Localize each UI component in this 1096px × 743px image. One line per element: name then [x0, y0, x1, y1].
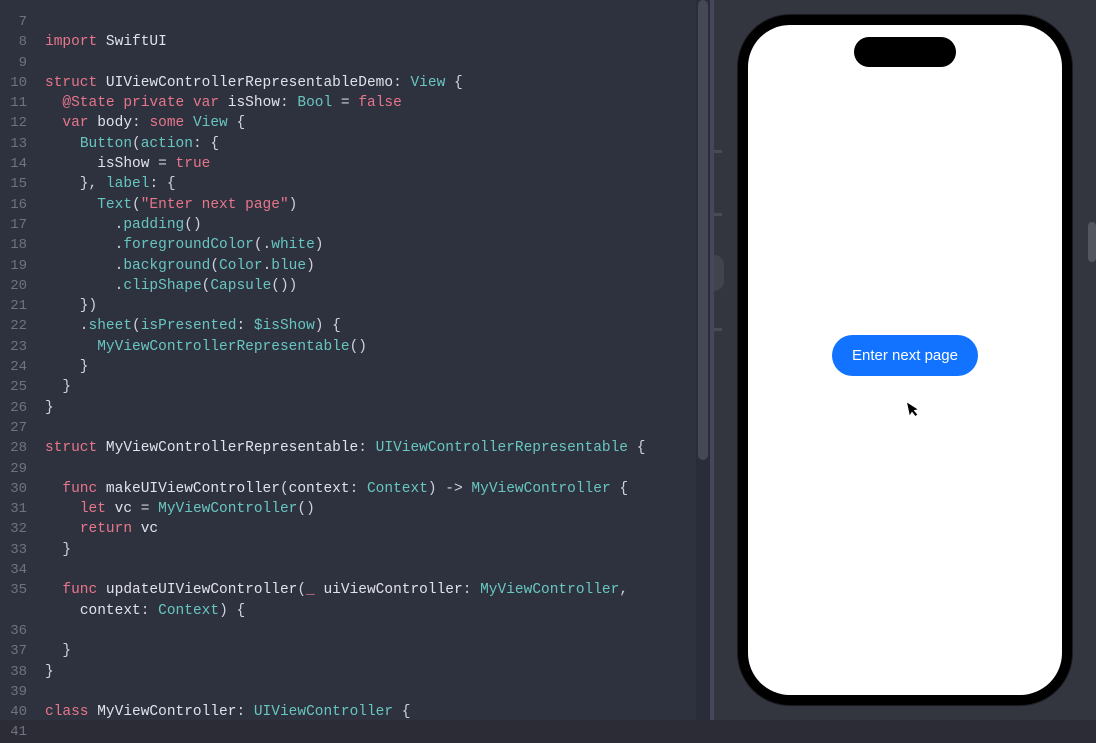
- line-number: 39: [0, 682, 27, 702]
- code-line[interactable]: .clipShape(Capsule()): [45, 276, 710, 296]
- code-text-area[interactable]: import SwiftUI struct UIViewControllerRep…: [35, 0, 710, 720]
- iphone-simulator-frame: Enter next page: [738, 15, 1072, 705]
- code-line[interactable]: }: [45, 377, 710, 397]
- code-line[interactable]: .sheet(isPresented: $isShow) {: [45, 316, 710, 336]
- line-number: 18: [0, 235, 27, 255]
- code-line[interactable]: }: [45, 662, 710, 682]
- line-number: 16: [0, 195, 27, 215]
- code-line[interactable]: .background(Color.blue): [45, 256, 710, 276]
- line-number: 29: [0, 459, 27, 479]
- code-line[interactable]: return vc: [45, 519, 710, 539]
- line-number: 9: [0, 53, 27, 73]
- line-number: 14: [0, 154, 27, 174]
- line-number: 7: [0, 12, 27, 32]
- code-line[interactable]: MyViewControllerRepresentable(): [45, 337, 710, 357]
- line-number: 38: [0, 662, 27, 682]
- line-number: 34: [0, 560, 27, 580]
- code-editor-pane: 7891011121314151617181920212223242526272…: [0, 0, 710, 720]
- code-line[interactable]: context: Context) {: [45, 601, 710, 621]
- line-number: 35: [0, 580, 27, 600]
- line-number: 41: [0, 722, 27, 742]
- line-number: 33: [0, 540, 27, 560]
- code-line[interactable]: class MyViewController: UIViewController…: [45, 702, 710, 720]
- preview-left-handle[interactable]: [714, 255, 724, 291]
- line-number: 32: [0, 519, 27, 539]
- code-line[interactable]: }, label: {: [45, 174, 710, 194]
- line-number: 22: [0, 316, 27, 336]
- code-line[interactable]: }: [45, 540, 710, 560]
- line-number: 23: [0, 337, 27, 357]
- preview-tick: [714, 328, 722, 331]
- line-number: 25: [0, 377, 27, 397]
- code-line[interactable]: Text("Enter next page"): [45, 195, 710, 215]
- line-number: 19: [0, 256, 27, 276]
- code-line[interactable]: .padding(): [45, 215, 710, 235]
- line-number: [0, 601, 27, 621]
- code-line[interactable]: }: [45, 398, 710, 418]
- iphone-simulator-screen[interactable]: Enter next page: [748, 25, 1062, 695]
- line-number: 26: [0, 398, 27, 418]
- editor-scrollbar-thumb[interactable]: [698, 0, 708, 460]
- code-line[interactable]: let vc = MyViewController(): [45, 499, 710, 519]
- code-line[interactable]: [45, 560, 710, 580]
- editor-scrollbar[interactable]: [696, 0, 710, 720]
- enter-next-page-button[interactable]: Enter next page: [832, 335, 978, 376]
- code-line[interactable]: @State private var isShow: Bool = false: [45, 93, 710, 113]
- line-number: 27: [0, 418, 27, 438]
- line-number: 24: [0, 357, 27, 377]
- line-number: 40: [0, 702, 27, 722]
- code-line[interactable]: .foregroundColor(.white): [45, 235, 710, 255]
- code-line[interactable]: func makeUIViewController(context: Conte…: [45, 479, 710, 499]
- code-line[interactable]: [45, 12, 710, 32]
- mouse-cursor-icon: [907, 400, 923, 423]
- line-number: 31: [0, 499, 27, 519]
- dynamic-island: [854, 37, 956, 67]
- code-line[interactable]: Button(action: {: [45, 134, 710, 154]
- line-number: 28: [0, 438, 27, 458]
- line-number: 37: [0, 641, 27, 661]
- code-line[interactable]: func updateUIViewController(_ uiViewCont…: [45, 580, 710, 600]
- line-number: 12: [0, 113, 27, 133]
- code-line[interactable]: }: [45, 641, 710, 661]
- line-number-gutter: 7891011121314151617181920212223242526272…: [0, 0, 35, 720]
- line-number: 10: [0, 73, 27, 93]
- code-line[interactable]: [45, 459, 710, 479]
- line-number: 36: [0, 621, 27, 641]
- code-line[interactable]: }: [45, 357, 710, 377]
- preview-tick: [714, 150, 722, 153]
- preview-tick: [714, 213, 722, 216]
- preview-scrollbar-thumb[interactable]: [1088, 222, 1096, 262]
- canvas-preview-pane: Enter next page: [714, 0, 1096, 720]
- line-number: 30: [0, 479, 27, 499]
- code-line[interactable]: var body: some View {: [45, 113, 710, 133]
- code-line[interactable]: [45, 682, 710, 702]
- line-number: 8: [0, 32, 27, 52]
- line-number: 11: [0, 93, 27, 113]
- line-number: 13: [0, 134, 27, 154]
- code-line[interactable]: struct UIViewControllerRepresentableDemo…: [45, 73, 710, 93]
- code-line[interactable]: [45, 621, 710, 641]
- code-line[interactable]: [45, 53, 710, 73]
- code-line[interactable]: }): [45, 296, 710, 316]
- code-line[interactable]: import SwiftUI: [45, 32, 710, 52]
- line-number: 20: [0, 276, 27, 296]
- code-line[interactable]: [45, 418, 710, 438]
- line-number: 15: [0, 174, 27, 194]
- code-line[interactable]: struct MyViewControllerRepresentable: UI…: [45, 438, 710, 458]
- line-number: 17: [0, 215, 27, 235]
- code-line[interactable]: isShow = true: [45, 154, 710, 174]
- line-number: 21: [0, 296, 27, 316]
